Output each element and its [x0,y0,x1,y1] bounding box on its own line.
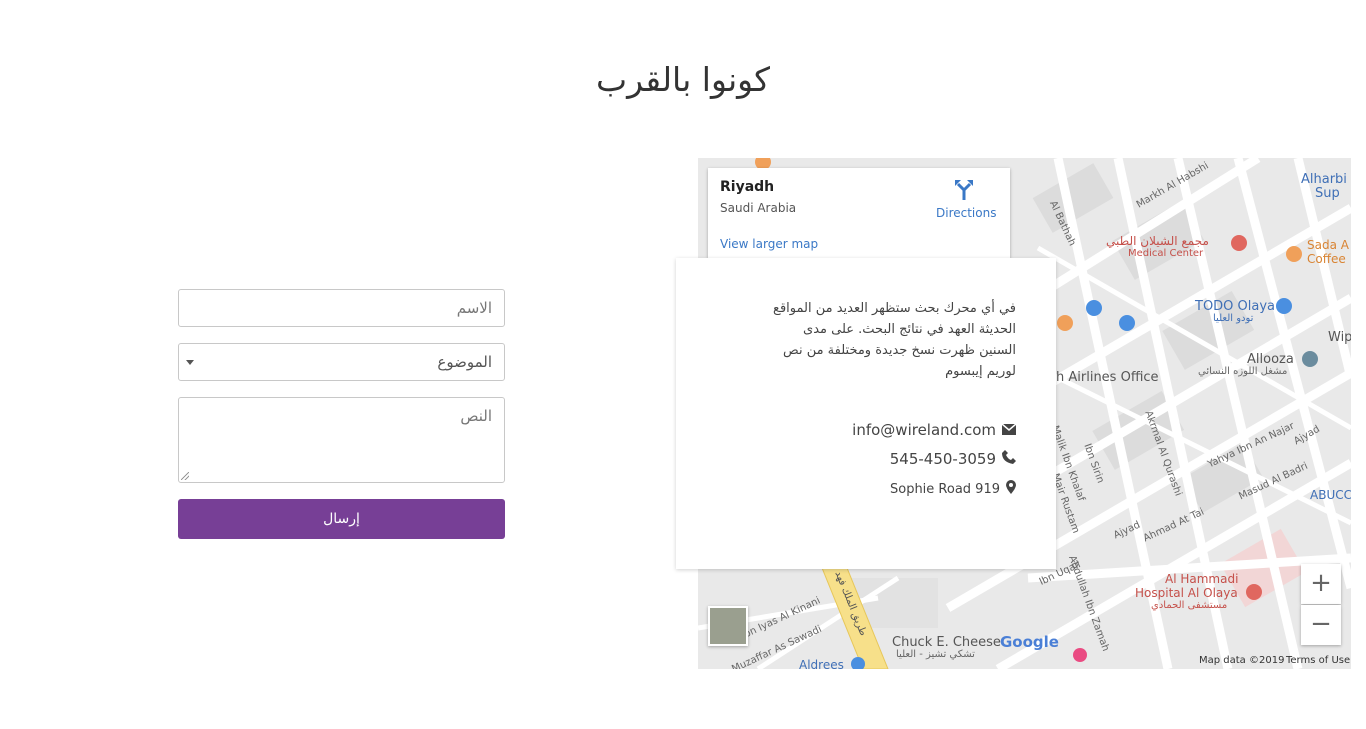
map-label-medical-en: Medical Center [1128,248,1204,259]
satellite-toggle[interactable] [708,606,748,646]
map-label-coffee: Coffee [1307,252,1346,266]
phone-row: 545-450-3059 [890,450,1016,468]
info-description: في أي محرك بحث ستظهر العديد من المواقع ا… [773,301,1016,379]
terms-of-use-link[interactable]: Terms of Use [1286,655,1350,666]
address-text: Sophie Road 919 [889,481,1000,497]
map-label-todo-ar: تودو العليا [1213,313,1254,324]
subject-select[interactable]: الموضوع [178,343,505,381]
map-label-todo: TODO Olaya [1195,299,1276,314]
map-label-sup: Sup [1315,186,1340,201]
map-label-hammadi: Al Hammadi [1165,572,1239,586]
contact-info-card: في أي محرك بحث ستظهر العديد من المواقع ا… [676,258,1056,569]
send-button[interactable]: إرسال [178,499,505,539]
map-label-sada: Sada A [1307,238,1349,252]
view-larger-map-link[interactable]: View larger map [720,237,818,251]
dropdown-arrow-icon [186,360,194,365]
directions-link[interactable]: Directions [936,206,996,220]
map-label-wip: Wip [1328,330,1351,345]
map-label-allooza-ar: مشغل اللوزه النسائي [1198,366,1288,377]
map-label-allooza: Allooza [1247,352,1294,367]
map-label-chuck-ar: تشكي تشيز - العليا [896,649,975,660]
google-logo: Google [1000,633,1059,651]
message-textarea[interactable]: النص [178,397,505,483]
map-label-airlines: h Airlines Office [1056,370,1159,385]
resize-handle-icon[interactable] [181,472,189,480]
name-input[interactable]: الاسم [178,289,505,327]
zoom-out-button[interactable]: − [1301,605,1341,645]
map-place-name: Riyadh [720,179,775,195]
map-label-abucc: ABUCC [1310,488,1351,502]
map-label-aldrees: Aldrees [799,658,844,669]
zoom-in-button[interactable]: + [1301,564,1341,604]
map-marker-icon [1006,480,1016,498]
map-place-country: Saudi Arabia [720,201,797,215]
phone-text[interactable]: 545-450-3059 [890,450,996,468]
map-label-hospital-ar: مستشفى الحمادي [1151,600,1228,611]
map-place-card: Riyadh Saudi Arabia View larger map Dire… [708,168,1010,258]
envelope-icon [1001,421,1017,439]
email-row: info@wireland.com [852,421,1017,439]
map-label-hospital: Hospital Al Olaya [1135,586,1238,600]
page-title: كونوا بالقرب [596,60,770,99]
subject-value: الموضوع [437,353,492,371]
phone-icon [1002,450,1016,468]
map-label-chuck: Chuck E. Cheese [892,635,1001,650]
map-label-alharbi: Alharbi & [1301,172,1351,187]
message-placeholder: النص [460,407,492,425]
map-data-attribution: Map data ©2019 [1199,655,1285,666]
address-row: Sophie Road 919 [890,480,1016,498]
map-label-medical-ar: مجمع الشيلان الطبي [1106,234,1209,248]
name-placeholder: الاسم [456,299,492,317]
email-text[interactable]: info@wireland.com [852,421,996,439]
